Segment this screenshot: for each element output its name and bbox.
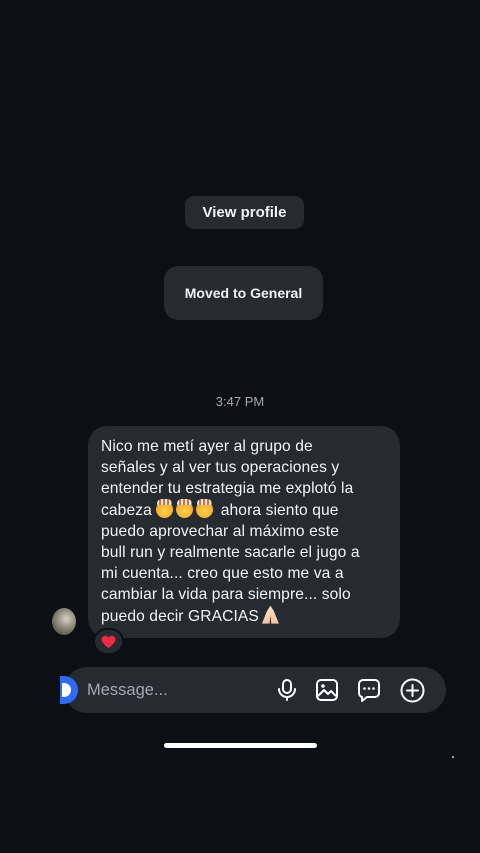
exploding-head-emoji [176,498,194,518]
message-line: Nico me metí ayer al grupo de [101,438,313,455]
message-line: bull run y realmente sacarle el jugo a [101,544,360,562]
moved-label: Moved to General [184,285,303,301]
add-icon[interactable] [399,677,425,703]
message-input[interactable]: Message... [87,667,168,713]
message-line: cabeza [101,501,152,519]
message-line: puedo decir GRACIAS [101,607,259,625]
sender-avatar[interactable] [52,608,76,635]
message-bubble[interactable]: Nico me metí ayer al grupo de señales y … [88,426,400,638]
moved-to-general-notice: Moved to General [164,266,323,320]
message-line-with-emoji: cabeza ahora siento que [101,498,388,521]
message-line: cambiar la vida para siempre... solo [101,586,351,604]
heart-reaction[interactable] [93,628,124,655]
message-composer: Message... [60,667,446,713]
folded-hands-emoji [261,605,279,624]
message-timestamp: 3:47 PM [215,394,265,409]
message-line: señales y al ver tus operaciones y [101,459,340,477]
camera-button[interactable] [60,676,78,704]
message-line-with-emoji: puedo decir GRACIAS [101,605,388,627]
home-indicator[interactable] [164,743,317,748]
view-profile-button[interactable]: View profile [185,196,304,229]
exploding-head-emoji [156,498,174,518]
divider [452,756,454,758]
message-line: mi cuenta... creo que esto me va a [101,565,344,583]
heart-icon [101,635,116,648]
message-line: puedo aprovechar al máximo este [101,522,340,540]
dm-thread-screen: View profile Moved to General 3:47 PM Ni… [0,0,480,853]
message-line: entender tu estrategia me explotó la [101,480,354,498]
gallery-icon[interactable] [314,677,340,703]
exploding-head-emoji [196,498,214,518]
view-profile-label: View profile [202,204,287,221]
microphone-icon[interactable] [274,677,300,703]
sticker-chat-icon[interactable] [356,677,382,703]
message-line: ahora siento que [216,501,339,519]
message-text: Nico me metí ayer al grupo de señales y … [101,436,388,627]
